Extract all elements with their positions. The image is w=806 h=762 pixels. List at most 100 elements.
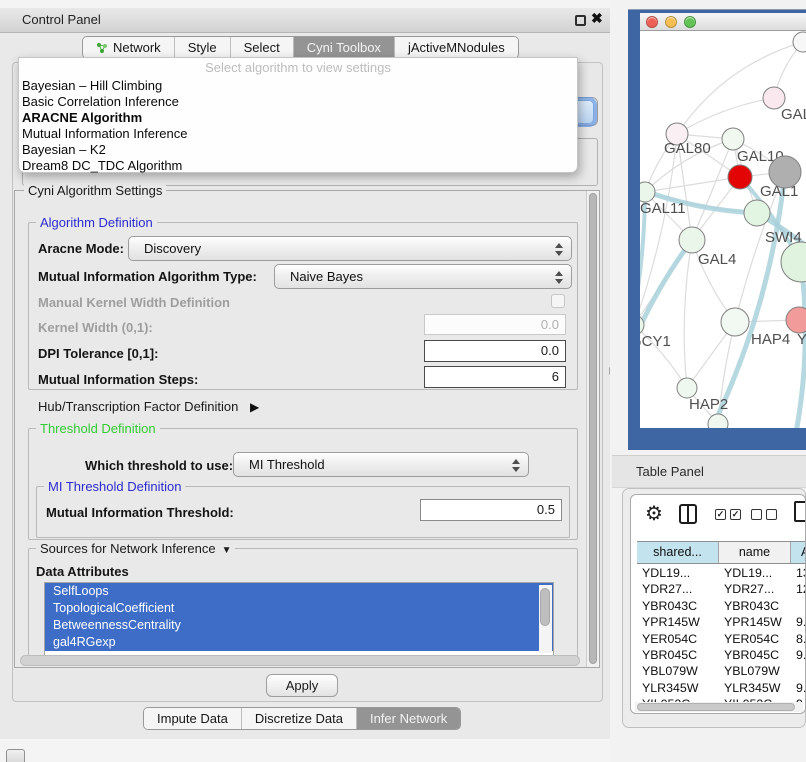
tab-discretize-data[interactable]: Discretize Data xyxy=(241,708,356,729)
table-cell: YBR043C xyxy=(719,598,791,614)
settings-gear-icon[interactable]: ⚙ xyxy=(645,501,663,527)
table-body: YDL19...YDL19...13YDR27...YDR27...12YBR0… xyxy=(637,565,806,713)
network-node-hap2[interactable] xyxy=(677,378,697,398)
table-row[interactable]: YLR345WYLR345W9. xyxy=(637,680,806,696)
document-icon[interactable] xyxy=(794,501,806,522)
cyni-bottom-tabs: Impute Data Discretize DataInfer Network xyxy=(143,707,461,730)
network-node-gal10[interactable] xyxy=(722,128,744,150)
network-node-gray-node[interactable] xyxy=(769,156,801,188)
horizontal-scrollbar[interactable] xyxy=(20,655,580,666)
node-label: HAP2 xyxy=(689,396,728,413)
table-row[interactable]: YBR043CYBR043C xyxy=(637,598,806,614)
column-header[interactable]: shared... xyxy=(637,542,719,563)
tab-cyni-toolbox[interactable]: Cyni Toolbox xyxy=(293,37,394,58)
tab-label: Network xyxy=(113,40,161,55)
table-row[interactable]: YER054CYER054C8. xyxy=(637,631,806,647)
algorithm-option-bayesian-hill-climbing[interactable]: Bayesian – Hill Climbing xyxy=(19,78,577,94)
table-row[interactable]: YBR045CYBR045C9. xyxy=(637,647,806,663)
aracne-mode-combobox[interactable]: Discovery xyxy=(128,236,572,261)
mi-threshold-field[interactable]: 0.5 xyxy=(420,499,562,521)
float-window-icon[interactable] xyxy=(575,15,586,26)
column-header[interactable]: name xyxy=(719,542,791,563)
algorithm-option-aracne-algorithm[interactable]: ARACNE Algorithm xyxy=(19,110,577,126)
table-row[interactable]: YBL079WYBL079W xyxy=(637,663,806,679)
network-window-titlebar[interactable] xyxy=(640,13,806,31)
expand-arrow-icon: ▶ xyxy=(250,400,259,414)
tab-style[interactable]: Style xyxy=(174,37,230,58)
table-cell: YDL19... xyxy=(637,565,719,581)
table-row[interactable]: YPR145WYPR145W9. xyxy=(637,614,806,630)
tab-network[interactable]: Network xyxy=(83,37,174,58)
minimized-panel-icon[interactable] xyxy=(6,749,25,762)
mi-steps-field[interactable]: 6 xyxy=(424,366,566,388)
control-panel-tabs: Network StyleSelectCyni ToolboxjActiveMNo… xyxy=(82,36,519,59)
network-graph: GALGAL80GAL10GAL1GAL11SWI4GAL4GCY1HAP4YH… xyxy=(640,31,806,428)
table-hscrollbar-thumb[interactable] xyxy=(637,703,795,711)
table-panel-title: Table Panel xyxy=(636,464,704,479)
network-node-gal11[interactable] xyxy=(640,182,655,202)
minimize-traffic-light-icon[interactable] xyxy=(665,16,677,28)
mi-steps-label: Mutual Information Steps: xyxy=(38,372,198,387)
table-row[interactable]: YDR27...YDR27...12 xyxy=(637,581,806,597)
table-cell: YBR045C xyxy=(719,647,791,663)
tab-impute-data[interactable]: Impute Data xyxy=(144,708,241,729)
network-node-big-green[interactable] xyxy=(781,242,806,282)
network-node-gal1[interactable] xyxy=(728,165,752,189)
network-node-node-top[interactable] xyxy=(793,32,806,52)
attribute-item[interactable]: BetweennessCentrality xyxy=(45,617,553,634)
attribute-item[interactable]: TopologicalCoefficient xyxy=(45,600,553,617)
network-edge[interactable] xyxy=(684,240,692,388)
algorithm-option-dream8-dc-tdc-algorithm[interactable]: Dream8 DC_TDC Algorithm xyxy=(19,158,577,174)
column-header[interactable]: A xyxy=(791,542,806,563)
close-traffic-light-icon[interactable] xyxy=(646,16,658,28)
threshold-definition-legend: Threshold Definition xyxy=(36,421,160,436)
split-view-columns-icon[interactable] xyxy=(679,504,697,524)
sources-legend[interactable]: Sources for Network Inference▼ xyxy=(36,541,235,556)
attribute-item[interactable]: SelfLoops xyxy=(45,583,553,600)
table-cell: 8. xyxy=(791,631,806,647)
network-node-swi4[interactable] xyxy=(744,200,770,226)
mi-algorithm-type-combobox[interactable]: Naive Bayes xyxy=(274,264,572,289)
algorithm-option-basic-correlation-inference[interactable]: Basic Correlation Inference xyxy=(19,94,577,110)
attribute-item[interactable]: gal4RGexp xyxy=(45,634,553,651)
cyni-settings-legend: Cyni Algorithm Settings xyxy=(24,183,166,198)
network-edge[interactable] xyxy=(677,98,774,134)
network-node-y[interactable] xyxy=(786,307,806,333)
node-label: GAL4 xyxy=(698,251,736,268)
table-row[interactable]: YDL19...YDL19...13 xyxy=(637,565,806,581)
dpi-tolerance-field[interactable]: 0.0 xyxy=(424,340,566,362)
tab-jactivemnodules[interactable]: jActiveMNodules xyxy=(394,37,518,58)
table-cell: 12 xyxy=(791,581,806,597)
aracne-mode-value: Discovery xyxy=(144,241,201,256)
which-threshold-value: MI Threshold xyxy=(249,457,325,472)
table-cell: YER054C xyxy=(719,631,791,647)
algorithm-option-bayesian-k2[interactable]: Bayesian – K2 xyxy=(19,142,577,158)
tab-select[interactable]: Select xyxy=(230,37,293,58)
table-cell: 9. xyxy=(791,614,806,630)
table-cell: 9. xyxy=(791,647,806,663)
screen: Control Panel ✖ NetworkStyleSelectCyni T… xyxy=(0,0,806,762)
settings-scrollbar-thumb[interactable] xyxy=(589,193,597,664)
table-cell: YPR145W xyxy=(637,614,719,630)
sources-legend-label: Sources for Network Inference xyxy=(40,541,216,556)
network-node-gal4[interactable] xyxy=(679,227,705,253)
tab-label: Impute Data xyxy=(157,711,228,726)
network-view-canvas[interactable]: GALGAL80GAL10GAL1GAL11SWI4GAL4GCY1HAP4YH… xyxy=(640,31,806,428)
hub-definition-expander[interactable]: Hub/Transcription Factor Definition ▶ xyxy=(38,399,259,414)
network-node-hap4[interactable] xyxy=(721,308,749,336)
manual-kernel-width-label: Manual Kernel Width Definition xyxy=(38,295,230,310)
algorithm-option-mutual-information-inference[interactable]: Mutual Information Inference xyxy=(19,126,577,142)
zoom-traffic-light-icon[interactable] xyxy=(684,16,696,28)
which-threshold-combobox[interactable]: MI Threshold xyxy=(233,452,529,477)
manual-kernel-width-checkbox xyxy=(551,294,565,308)
close-icon[interactable]: ✖ xyxy=(591,10,603,27)
apply-button[interactable]: Apply xyxy=(266,674,338,697)
list-scrollbar-thumb[interactable] xyxy=(540,588,550,626)
attribute-items: SelfLoopsTopologicalCoefficientBetweenne… xyxy=(45,583,553,651)
table-cell: 13 xyxy=(791,565,806,581)
tab-infer-network[interactable]: Infer Network xyxy=(356,708,460,729)
deselect-all-checkboxes-icon[interactable] xyxy=(751,509,777,520)
algorithm-definition-legend: Algorithm Definition xyxy=(36,215,157,230)
select-all-checkboxes-icon[interactable]: ✓✓ xyxy=(715,509,741,520)
combobox-arrows-icon xyxy=(509,457,522,474)
